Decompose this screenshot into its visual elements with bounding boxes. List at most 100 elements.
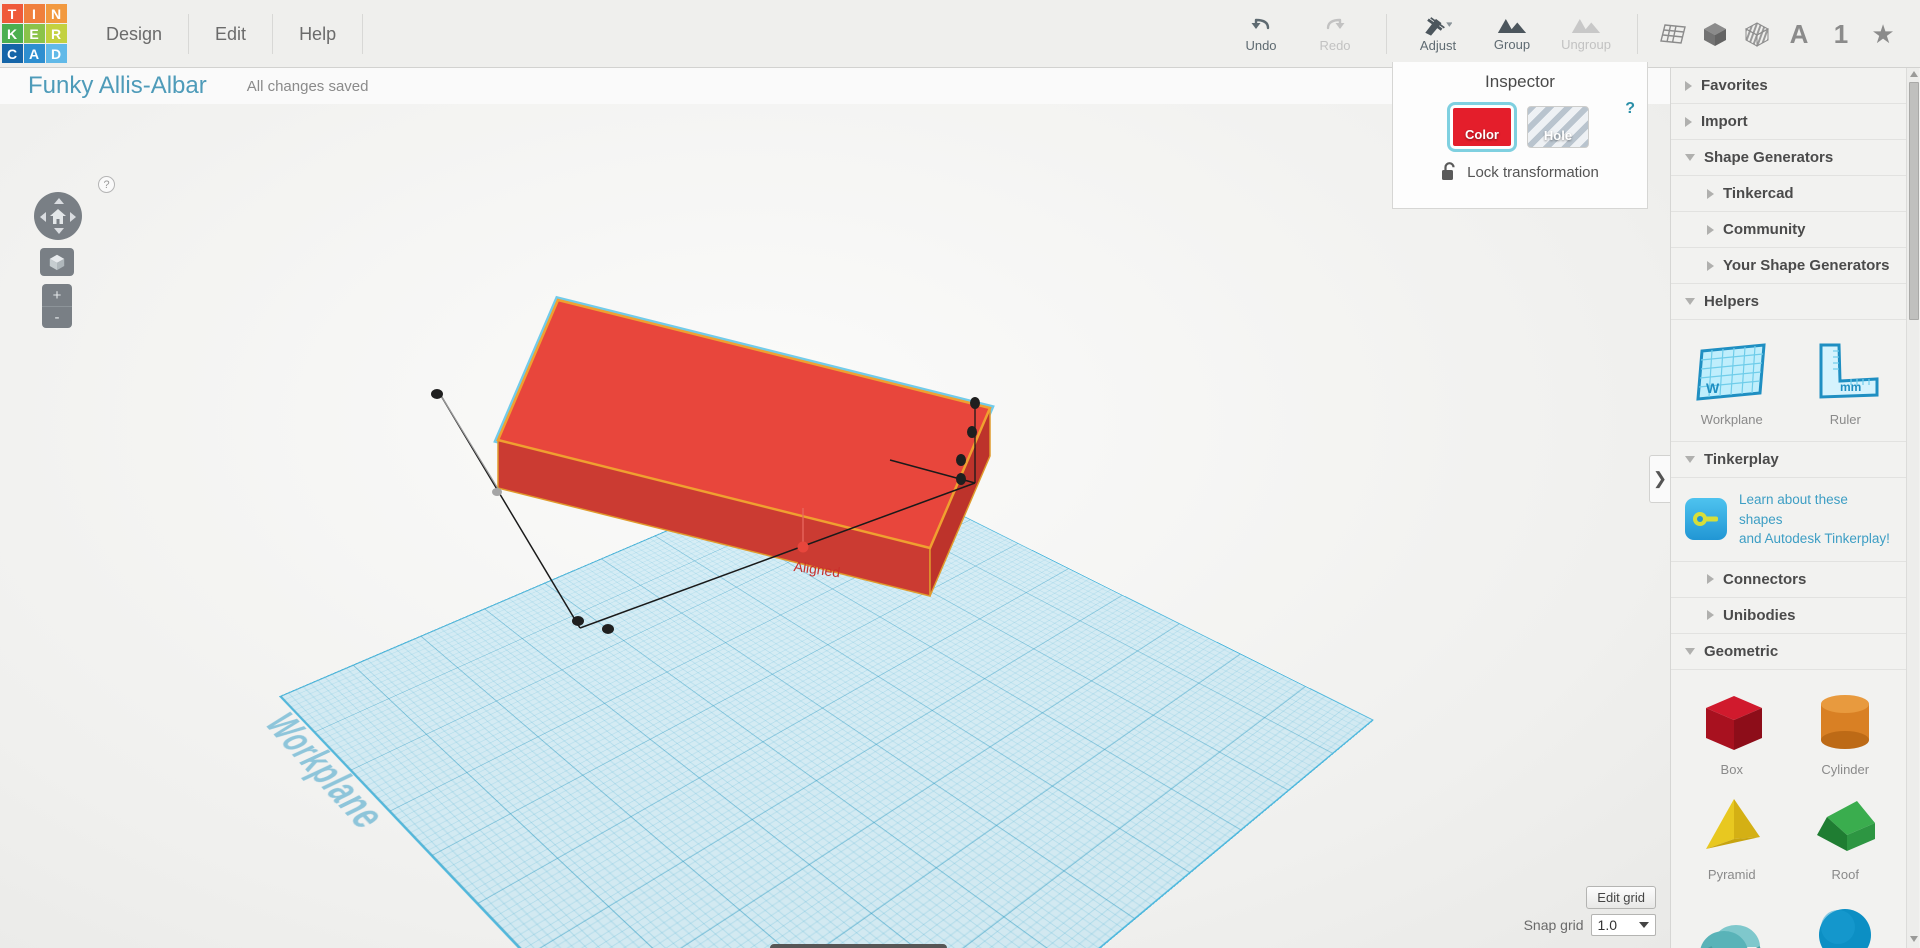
scroll-up-arrow-icon[interactable] bbox=[1910, 71, 1918, 77]
ungroup-button[interactable]: Ungroup bbox=[1549, 0, 1623, 68]
shape-sphere[interactable] bbox=[1789, 890, 1903, 948]
undo-label: Undo bbox=[1245, 37, 1277, 53]
hole-swatch-button[interactable]: Hole bbox=[1527, 106, 1589, 148]
sidebar-section-tinkerplay[interactable]: Tinkerplay bbox=[1671, 442, 1906, 478]
tinkercad-logo[interactable]: TIN KER CAD bbox=[0, 0, 68, 68]
shape-roof[interactable]: Roof bbox=[1789, 785, 1903, 890]
striped-cube-icon bbox=[1744, 22, 1770, 47]
logo-cell-n: N bbox=[45, 4, 67, 23]
favorites-button[interactable]: ★ bbox=[1862, 0, 1904, 68]
sidebar-item-connectors[interactable]: Connectors bbox=[1671, 562, 1906, 598]
logo-cell-t: T bbox=[1, 4, 23, 23]
zoom-out-button[interactable]: - bbox=[42, 306, 72, 328]
logo-cell-e: E bbox=[23, 24, 45, 43]
color-swatch-button[interactable]: Color bbox=[1447, 102, 1517, 152]
undo-button[interactable]: Undo bbox=[1224, 0, 1298, 68]
sidebar-section-geometric[interactable]: Geometric bbox=[1671, 634, 1906, 670]
shape-half-cylinder[interactable] bbox=[1675, 890, 1789, 948]
ruler-thumb-icon: mm bbox=[1805, 336, 1885, 408]
sidebar-section-favorites-label: Favorites bbox=[1701, 77, 1768, 94]
sidebar-item-your-shape-generators[interactable]: Your Shape Generators bbox=[1671, 248, 1906, 284]
orbit-right-arrow-icon[interactable] bbox=[70, 212, 76, 222]
snap-grid-value: 1.0 bbox=[1597, 917, 1617, 933]
inspector-title: Inspector bbox=[1485, 72, 1555, 91]
nav-help-icon[interactable]: ? bbox=[98, 176, 115, 193]
number-view-button[interactable]: 1 bbox=[1820, 0, 1862, 68]
sidebar-section-tinkerplay-label: Tinkerplay bbox=[1704, 451, 1779, 468]
sidebar-section-import-label: Import bbox=[1701, 113, 1748, 130]
sidebar-scrollbar[interactable] bbox=[1906, 68, 1919, 948]
unlock-icon bbox=[1442, 162, 1455, 180]
sidebar-section-favorites[interactable]: Favorites bbox=[1671, 68, 1906, 104]
sidebar-item-community[interactable]: Community bbox=[1671, 212, 1906, 248]
ungroup-icon bbox=[1571, 18, 1601, 33]
dismiss-align-tool-button[interactable]: ✕ Dismiss Align Tool bbox=[770, 944, 947, 948]
sidebar-item-unibodies-label: Unibodies bbox=[1723, 606, 1796, 624]
snap-grid-select[interactable]: 1.0 bbox=[1590, 914, 1656, 936]
shape-pyramid[interactable]: Pyramid bbox=[1675, 785, 1789, 890]
text-view-button[interactable]: A bbox=[1778, 0, 1820, 68]
zoom-in-button[interactable]: + bbox=[42, 284, 72, 306]
cube-icon bbox=[49, 254, 65, 271]
star-icon: ★ bbox=[1871, 18, 1895, 49]
chevron-right-icon bbox=[1685, 116, 1692, 127]
inspector-panel: Inspector ? Color Hole Lock transformati… bbox=[1392, 62, 1648, 209]
roof-thumb-icon bbox=[1805, 791, 1885, 863]
fit-view-button[interactable] bbox=[40, 248, 74, 276]
shape-pyramid-label: Pyramid bbox=[1707, 866, 1756, 882]
sidebar-item-unibodies[interactable]: Unibodies bbox=[1671, 598, 1906, 634]
inspector-swatches: Color Hole bbox=[1393, 102, 1647, 152]
menu-edit[interactable]: Edit bbox=[189, 13, 274, 54]
logo-cell-r: R bbox=[45, 24, 67, 43]
shape-cylinder[interactable]: Cylinder bbox=[1789, 680, 1903, 785]
scrollbar-thumb[interactable] bbox=[1909, 82, 1919, 320]
shape-workplane[interactable]: W Workplane bbox=[1675, 330, 1789, 435]
solid-cube-button[interactable] bbox=[1694, 0, 1736, 68]
menu-design[interactable]: Design bbox=[80, 13, 190, 54]
menu-help[interactable]: Help bbox=[273, 13, 364, 54]
striped-cube-button[interactable] bbox=[1736, 0, 1778, 68]
sidebar-scroll-area: Favorites Import Shape Generators Tinker… bbox=[1671, 68, 1906, 948]
workplane-area: Workplane bbox=[250, 168, 1450, 948]
top-toolbar: TINKERCAD Design Edit Help Undo Redo Adj… bbox=[0, 0, 1920, 68]
edit-grid-button[interactable]: Edit grid bbox=[1586, 886, 1656, 909]
workplane-view-button[interactable] bbox=[1652, 0, 1694, 68]
group-button[interactable]: Group bbox=[1475, 0, 1549, 68]
orbit-down-arrow-icon[interactable] bbox=[54, 228, 64, 234]
shape-box[interactable]: Box bbox=[1675, 680, 1789, 785]
page-title[interactable]: Funky Allis-Albar bbox=[28, 72, 207, 100]
sidebar-section-geometric-label: Geometric bbox=[1704, 642, 1779, 660]
sidebar-item-tinkercad[interactable]: Tinkercad bbox=[1671, 176, 1906, 212]
cylinder-thumb-icon bbox=[1805, 686, 1885, 758]
sidebar-section-helpers[interactable]: Helpers bbox=[1671, 284, 1906, 320]
shape-cylinder-label: Cylinder bbox=[1821, 761, 1870, 777]
toolbar-divider bbox=[1386, 14, 1387, 54]
save-status: All changes saved bbox=[246, 77, 369, 95]
text-a-icon: A bbox=[1789, 18, 1809, 49]
solid-cube-icon bbox=[1704, 23, 1726, 46]
orbit-left-arrow-icon[interactable] bbox=[40, 212, 46, 222]
redo-button[interactable]: Redo bbox=[1298, 0, 1372, 68]
sidebar-section-import[interactable]: Import bbox=[1671, 104, 1906, 140]
tinkerplay-promo-link[interactable]: Learn about these shapes and Autodesk Ti… bbox=[1671, 478, 1906, 562]
scroll-down-arrow-icon[interactable] bbox=[1910, 936, 1918, 942]
shape-box-label: Box bbox=[1720, 761, 1743, 777]
hole-swatch-label: Hole bbox=[1543, 128, 1573, 143]
number-1-icon: 1 bbox=[1833, 18, 1849, 49]
home-view-icon[interactable] bbox=[49, 207, 67, 225]
sidebar-section-shape-generators[interactable]: Shape Generators bbox=[1671, 140, 1906, 176]
adjust-button[interactable]: Adjust bbox=[1401, 0, 1475, 68]
box-thumb-icon bbox=[1692, 686, 1772, 758]
top-toolbar-actions: Undo Redo Adjust Group Ungroup A 1 ★ bbox=[1224, 0, 1920, 68]
orbit-pad[interactable] bbox=[34, 192, 82, 240]
inspector-help-icon[interactable]: ? bbox=[1625, 100, 1635, 118]
logo-cell-k: K bbox=[1, 24, 23, 43]
workplane-icon bbox=[1660, 24, 1686, 44]
shape-ruler[interactable]: mm Ruler bbox=[1789, 330, 1903, 435]
geometric-shape-grid: Box Cylinder Pyramid Roof bbox=[1671, 670, 1906, 948]
tinkerplay-promo-text: Learn about these shapes and Autodesk Ti… bbox=[1739, 490, 1892, 549]
lock-transformation-toggle[interactable]: Lock transformation bbox=[1393, 162, 1647, 182]
orbit-up-arrow-icon[interactable] bbox=[54, 198, 64, 204]
ungroup-label: Ungroup bbox=[1561, 36, 1611, 52]
collapse-panel-button[interactable]: ❯ bbox=[1649, 455, 1670, 503]
